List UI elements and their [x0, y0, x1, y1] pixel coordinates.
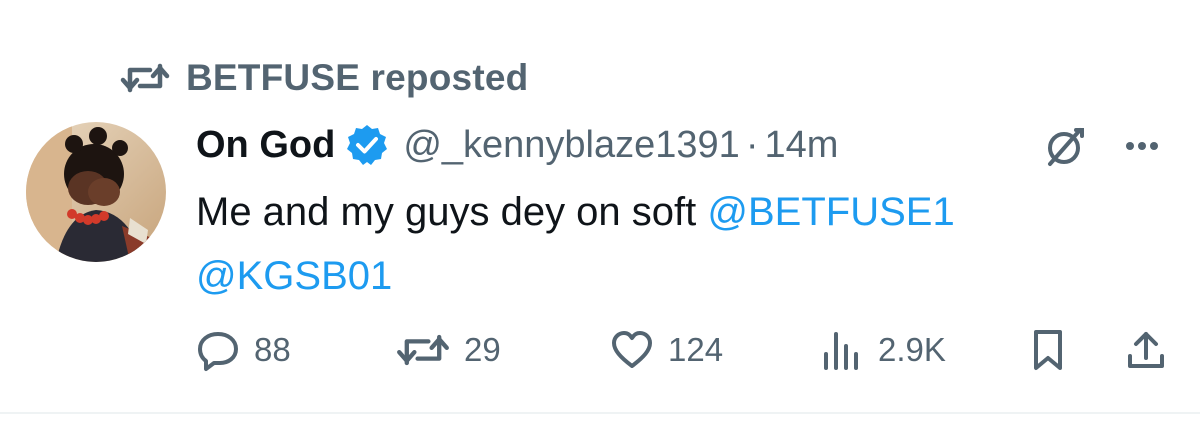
share-icon	[1128, 332, 1164, 368]
views-icon	[824, 332, 858, 370]
author-display-name[interactable]: On God	[196, 124, 335, 167]
bookmark-button[interactable]	[1026, 320, 1070, 380]
verified-badge-icon[interactable]	[345, 123, 389, 167]
repost-button[interactable]: 29	[396, 320, 501, 380]
views-count: 2.9K	[878, 331, 946, 368]
action-bar: 88 29 124 2.9K	[196, 320, 1176, 380]
repost-icon	[397, 334, 449, 366]
share-button[interactable]	[1124, 320, 1168, 380]
timestamp[interactable]: 14m	[764, 124, 838, 167]
separator-dot: ·	[745, 123, 759, 166]
repost-indicator[interactable]: BETFUSE reposted	[120, 57, 529, 98]
like-button[interactable]: 124	[610, 320, 723, 380]
reply-count: 88	[254, 331, 291, 368]
more-options-icon[interactable]	[1112, 128, 1172, 164]
avatar-image	[26, 122, 166, 262]
repost-count: 29	[464, 331, 501, 368]
heart-icon	[612, 331, 652, 368]
views-button[interactable]: 2.9K	[820, 320, 946, 380]
bookmark-icon	[1034, 330, 1062, 370]
mention-link[interactable]: @BETFUSE1	[707, 190, 954, 234]
reply-icon	[198, 332, 238, 371]
grok-icon[interactable]	[1040, 122, 1090, 172]
reply-button[interactable]: 88	[196, 320, 291, 380]
repost-icon	[120, 63, 170, 93]
author-handle[interactable]: @_kennyblaze1391	[403, 124, 740, 167]
like-count: 124	[668, 331, 724, 368]
avatar[interactable]	[26, 122, 166, 262]
repost-label: BETFUSE reposted	[186, 57, 529, 98]
tweet-header: On God @_kennyblaze1391 · 14m	[196, 118, 838, 172]
mention-link[interactable]: @KGSB01	[196, 254, 392, 298]
tweet-text: Me and my guys dey on soft @BETFUSE1 @KG…	[196, 180, 1156, 308]
tweet-body: Me and my guys dey on soft	[196, 190, 697, 234]
divider	[0, 412, 1200, 414]
